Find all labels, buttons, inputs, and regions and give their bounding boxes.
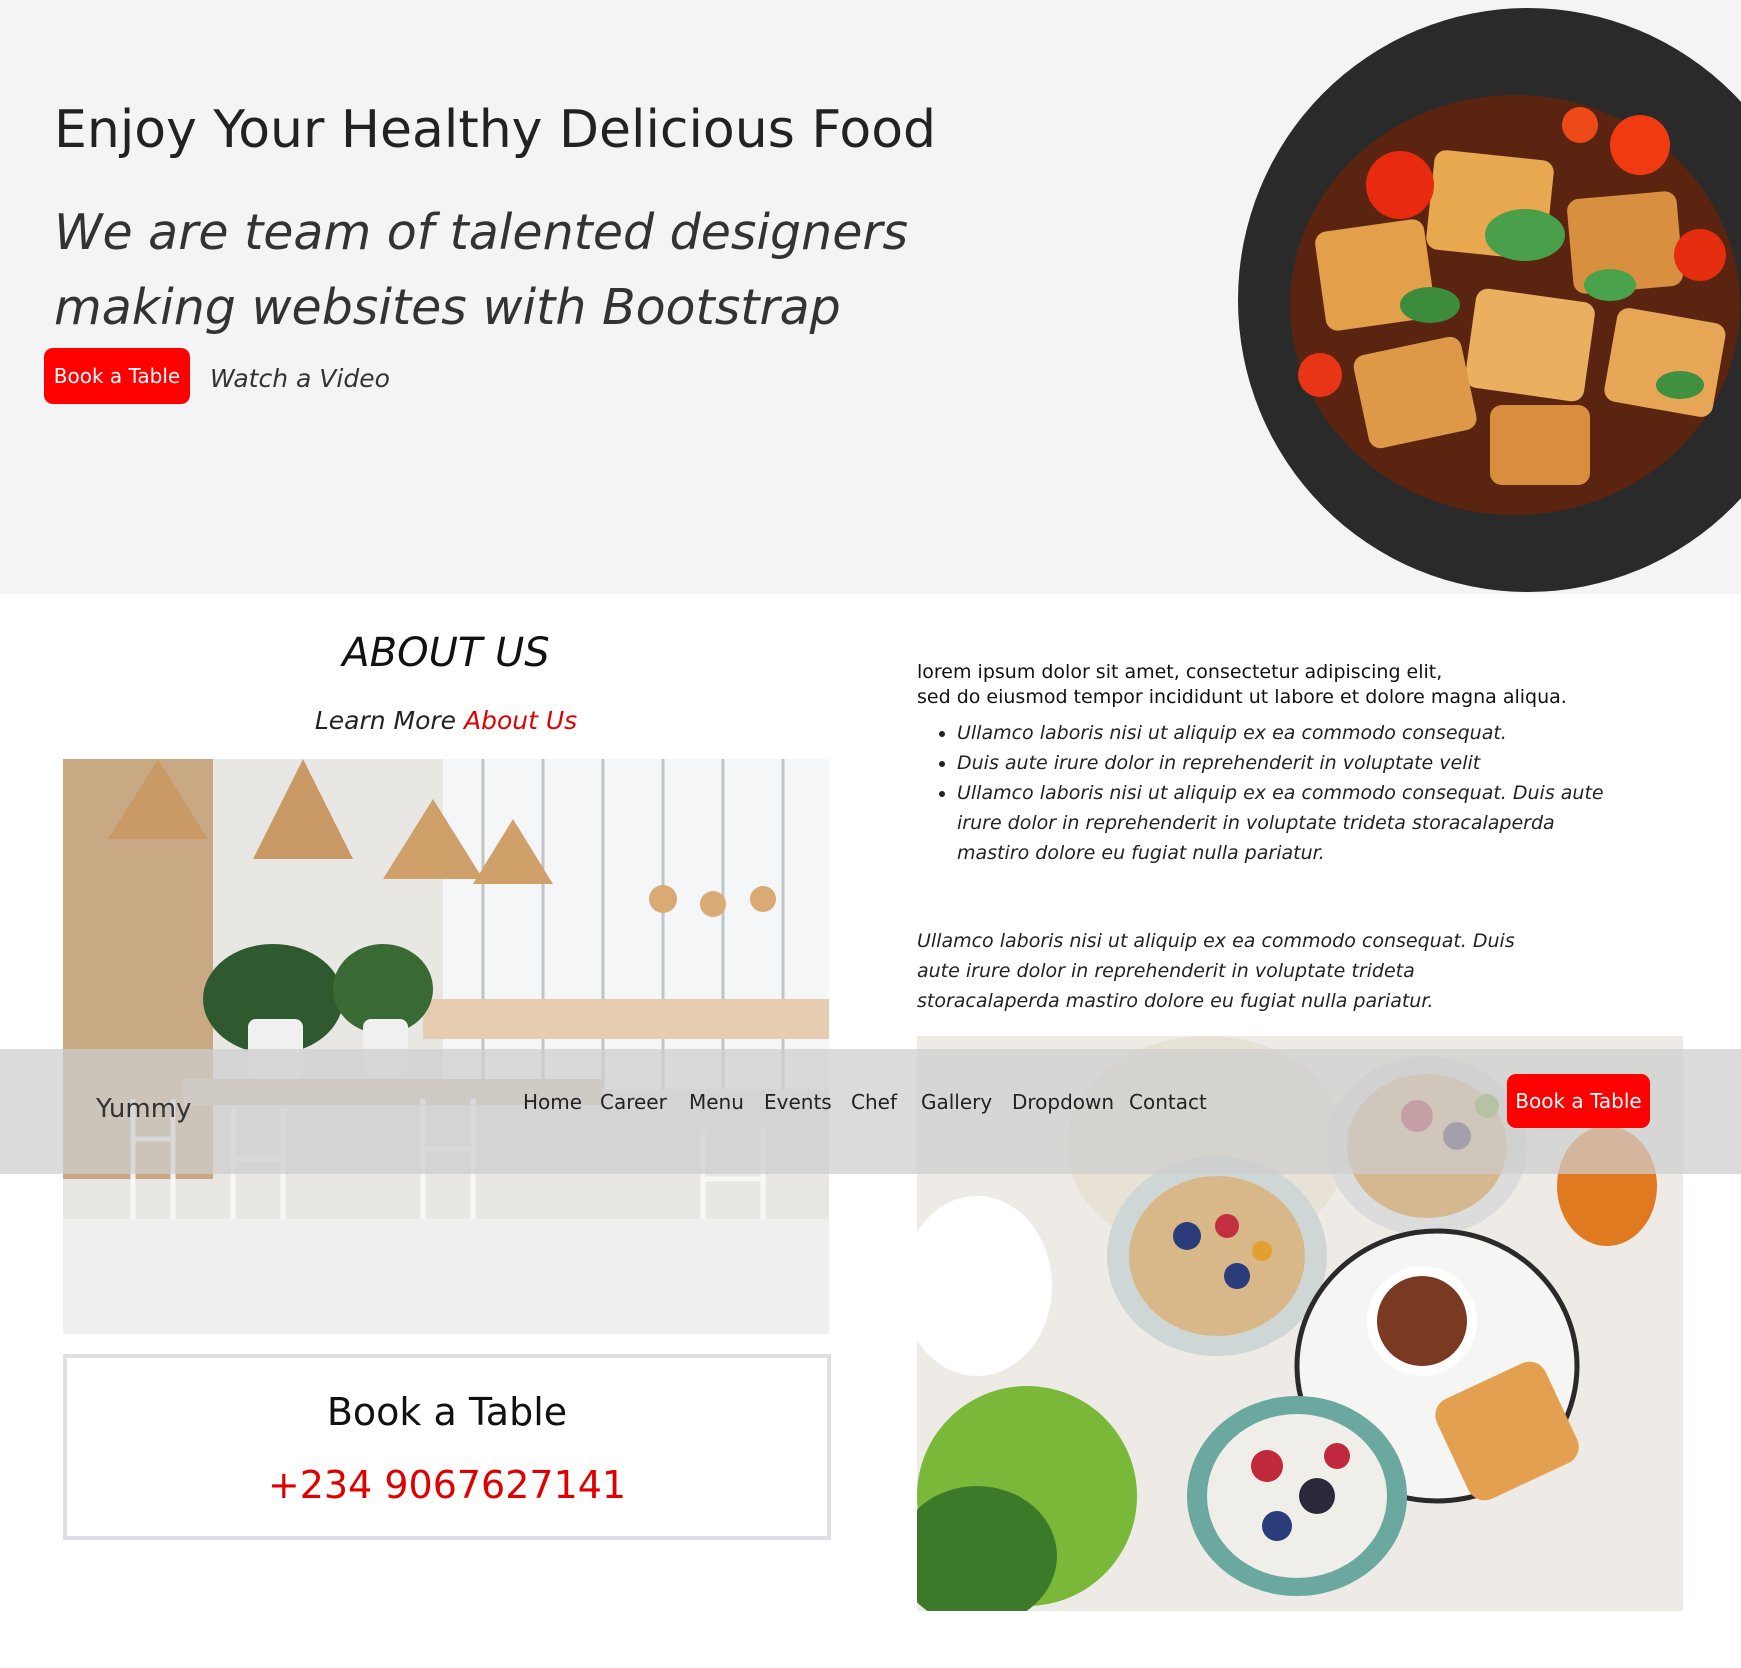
- book-card-phone[interactable]: +234 9067627141: [67, 1463, 827, 1507]
- about-bullet-list: Ullamco laboris nisi ut aliquip ex ea co…: [917, 718, 1617, 868]
- nav-item-dropdown[interactable]: Dropdown: [1012, 1090, 1114, 1114]
- brand-logo[interactable]: Yummy: [96, 1094, 191, 1124]
- nav-item-home[interactable]: Home: [523, 1090, 582, 1114]
- hero-title: Enjoy Your Healthy Delicious Food: [54, 100, 937, 160]
- navbar: Yummy Home Career Menu Events Chef Galle…: [0, 1049, 1741, 1174]
- learn-more-prefix: Learn More: [314, 706, 457, 735]
- nav-item-contact[interactable]: Contact: [1129, 1090, 1207, 1114]
- hero-section: Enjoy Your Healthy Delicious Food We are…: [0, 0, 1741, 594]
- hero-subtitle: We are team of talented designers making…: [54, 204, 909, 336]
- book-table-card[interactable]: Book a Table +234 9067627141: [63, 1354, 831, 1540]
- about-intro-line-2: sed do eiusmod tempor incididunt ut labo…: [917, 686, 1567, 708]
- navbar-book-table-button[interactable]: Book a Table: [1507, 1074, 1650, 1128]
- list-item: Ullamco laboris nisi ut aliquip ex ea co…: [957, 778, 1617, 868]
- learn-more-subtitle: Learn More About Us: [63, 706, 829, 735]
- about-paragraph: Ullamco laboris nisi ut aliquip ex ea co…: [917, 930, 1515, 1012]
- restaurant-interior-image: [63, 759, 829, 1334]
- about-intro: lorem ipsum dolor sit amet, consectetur …: [917, 660, 1617, 710]
- nav-item-gallery[interactable]: Gallery: [921, 1090, 992, 1114]
- nav-item-chef[interactable]: Chef: [851, 1090, 897, 1114]
- nav-item-career[interactable]: Career: [600, 1090, 667, 1114]
- learn-more-accent: About Us: [464, 706, 578, 735]
- list-item: Duis aute irure dolor in reprehenderit i…: [957, 748, 1617, 778]
- about-intro-line-1: lorem ipsum dolor sit amet, consectetur …: [917, 661, 1443, 683]
- about-title: ABOUT US: [342, 630, 550, 676]
- hero-food-image: [1290, 95, 1740, 515]
- nav-item-menu[interactable]: Menu: [689, 1090, 744, 1114]
- list-item: Ullamco laboris nisi ut aliquip ex ea co…: [957, 718, 1617, 748]
- hero-book-table-button[interactable]: Book a Table: [44, 348, 190, 404]
- book-card-title: Book a Table: [326, 1390, 568, 1434]
- watch-video-link[interactable]: Watch a Video: [210, 364, 390, 393]
- nav-item-events[interactable]: Events: [764, 1090, 832, 1114]
